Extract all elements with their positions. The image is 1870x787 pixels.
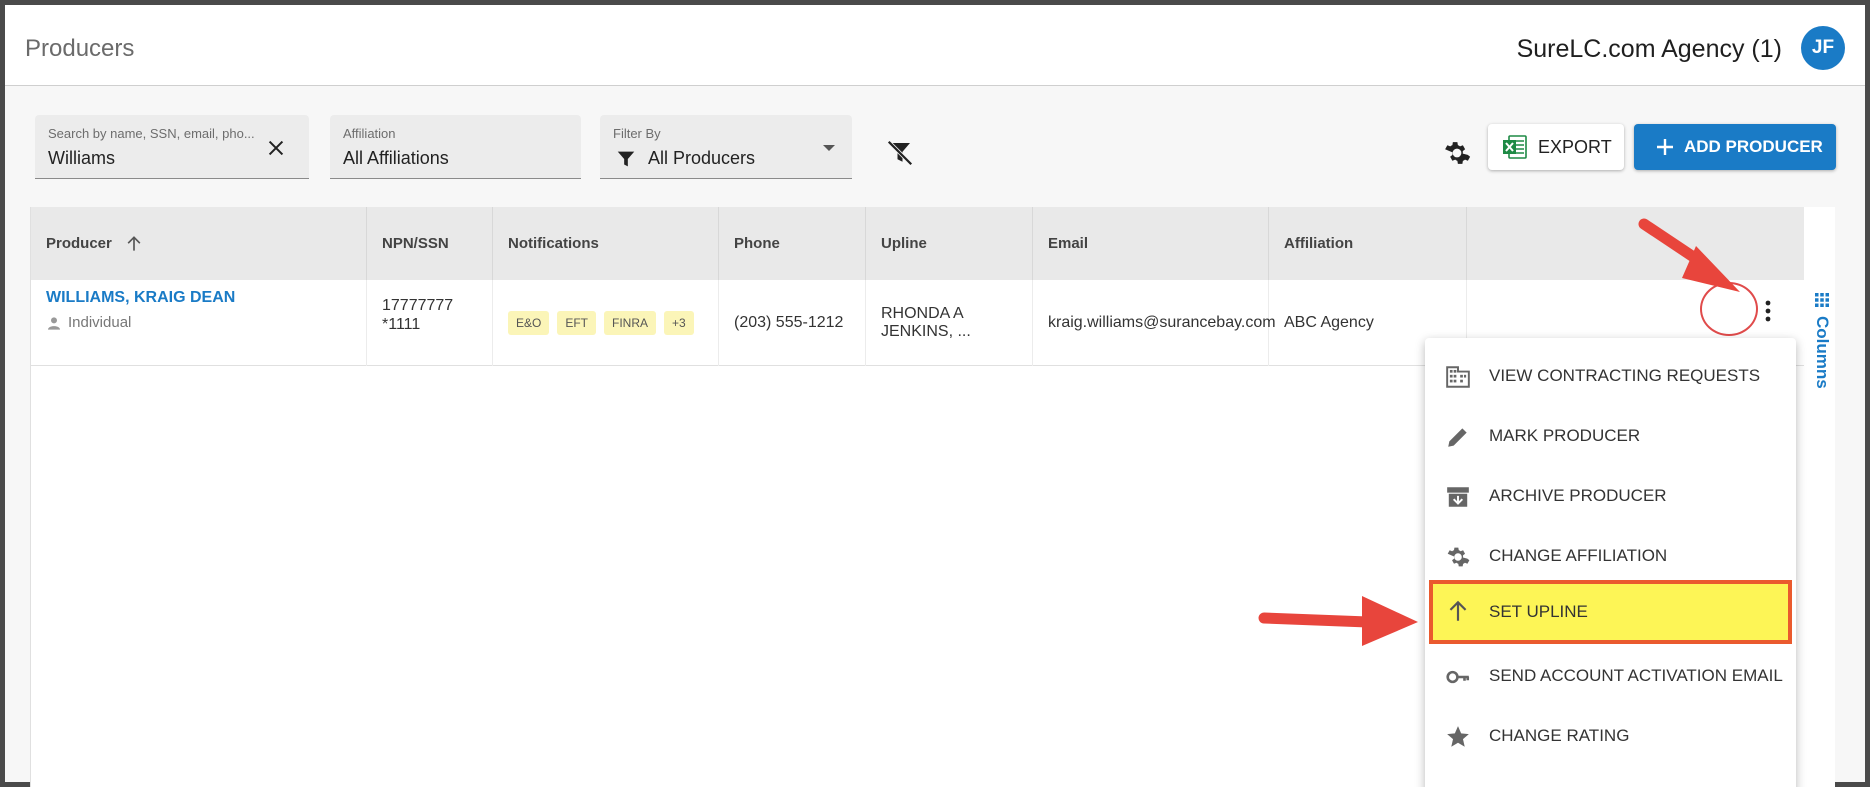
annotation-arrow — [1258, 596, 1418, 646]
notification-badge[interactable]: EFT — [557, 311, 597, 335]
menu-item-label: VIEW CONTRACTING REQUESTS — [1489, 366, 1761, 385]
menu-item-change-affiliation[interactable]: CHANGE AFFILIATION — [1425, 526, 1796, 586]
page-title: Producers — [25, 35, 135, 62]
affiliation-label: Affiliation — [343, 126, 396, 141]
producer-cell: WILLIAMS, KRAIG DEAN Individual — [31, 280, 367, 366]
avatar[interactable]: JF — [1801, 26, 1845, 70]
grid-icon — [1815, 293, 1829, 307]
producer-name-link[interactable]: WILLIAMS, KRAIG DEAN — [46, 289, 235, 307]
search-value[interactable]: Williams — [48, 148, 115, 169]
menu-item-label: MARK PRODUCER — [1489, 426, 1641, 445]
menu-item-send-activation-email[interactable]: SEND ACCOUNT ACTIVATION EMAIL — [1425, 646, 1796, 706]
menu-item-change-rating[interactable]: CHANGE RATING — [1425, 706, 1796, 766]
export-button[interactable]: EXPORT — [1488, 124, 1624, 170]
menu-item-label: CHANGE AFFILIATION — [1489, 546, 1668, 565]
search-input[interactable]: Search by name, SSN, email, pho... Willi… — [35, 115, 309, 179]
columns-panel-label[interactable]: Columns — [1812, 316, 1832, 389]
add-producer-button[interactable]: ADD PRODUCER — [1634, 124, 1836, 170]
close-icon[interactable] — [265, 137, 287, 159]
clear-filter-icon[interactable] — [885, 138, 915, 168]
chevron-down-icon — [823, 145, 835, 151]
person-icon — [48, 316, 60, 330]
menu-item-archive-producer[interactable]: ARCHIVE PRODUCER — [1425, 466, 1796, 526]
producer-type: Individual — [46, 314, 131, 331]
menu-item-set-upline[interactable]: SET UPLINE — [1429, 580, 1792, 644]
producer-type-label: Individual — [68, 314, 132, 331]
npn-ssn-cell: 17777777 *1111 — [367, 280, 493, 366]
pencil-icon — [1448, 428, 1467, 447]
export-label: EXPORT — [1538, 136, 1612, 157]
gear-icon — [1447, 547, 1470, 567]
filter-by-value: All Producers — [648, 148, 756, 168]
affiliation-value: All Affiliations — [343, 148, 449, 168]
menu-item-view-contracting-requests[interactable]: VIEW CONTRACTING REQUESTS — [1425, 346, 1796, 406]
notification-badge[interactable]: E&O — [508, 311, 550, 335]
menu-item-mark-producer[interactable]: MARK PRODUCER — [1425, 406, 1796, 466]
npn-value: 17777777 — [382, 297, 454, 314]
phone-cell: (203) 555-1212 — [719, 280, 866, 366]
add-producer-label: ADD PRODUCER — [1684, 137, 1823, 156]
notification-more-badge[interactable]: +3 — [664, 311, 694, 335]
arrow-up-icon — [127, 235, 141, 251]
column-header-producer[interactable]: Producer — [31, 207, 367, 280]
app-header: Producers SureLC.com Agency (1) JF — [5, 5, 1865, 86]
menu-item-label: SET UPLINE — [1489, 602, 1588, 621]
menu-item-label: SEND ACCOUNT ACTIVATION EMAIL — [1489, 666, 1783, 685]
email-cell: kraig.williams@surancebay.com — [1033, 280, 1276, 366]
upline-cell: RHONDA A JENKINS, ... — [866, 280, 1033, 366]
menu-item-label: CHANGE RATING — [1489, 726, 1630, 745]
table-header: Producer NPN/SSN Notifications Phone Upl… — [31, 207, 1804, 280]
affiliation-select[interactable]: Affiliation All Affiliations — [330, 115, 581, 179]
column-header-affiliation[interactable]: Affiliation — [1269, 207, 1467, 280]
column-producer-label: Producer — [46, 235, 112, 252]
star-icon — [1447, 726, 1469, 747]
column-header-upline[interactable]: Upline — [866, 207, 1033, 280]
notification-badge[interactable]: FINRA — [604, 311, 657, 335]
archive-icon — [1447, 487, 1469, 507]
row-actions-menu: VIEW CONTRACTING REQUESTS MARK PRODUCER … — [1425, 338, 1796, 787]
gear-icon[interactable] — [1442, 138, 1472, 168]
filter-by-label: Filter By — [613, 126, 661, 141]
filter-by-select[interactable]: Filter By All Producers — [600, 115, 852, 179]
plus-icon — [1657, 139, 1673, 155]
column-header-email[interactable]: Email — [1033, 207, 1269, 280]
excel-icon — [1503, 135, 1527, 159]
key-icon — [1446, 670, 1470, 684]
building-icon — [1446, 366, 1470, 388]
column-header-npn[interactable]: NPN/SSN — [367, 207, 493, 280]
ssn-value: *1111 — [382, 316, 421, 333]
menu-item-label: ARCHIVE PRODUCER — [1489, 486, 1667, 505]
notifications-cell: E&O EFT FINRA +3 — [493, 280, 719, 366]
arrow-up-icon — [1449, 600, 1467, 621]
more-vertical-icon[interactable] — [1762, 299, 1774, 323]
column-header-phone[interactable]: Phone — [719, 207, 866, 280]
funnel-icon — [617, 151, 635, 167]
column-header-notifications[interactable]: Notifications — [493, 207, 719, 280]
search-label: Search by name, SSN, email, pho... — [48, 126, 255, 141]
annotation-arrow — [1638, 218, 1740, 292]
agency-selector[interactable]: SureLC.com Agency (1) — [1517, 35, 1782, 64]
